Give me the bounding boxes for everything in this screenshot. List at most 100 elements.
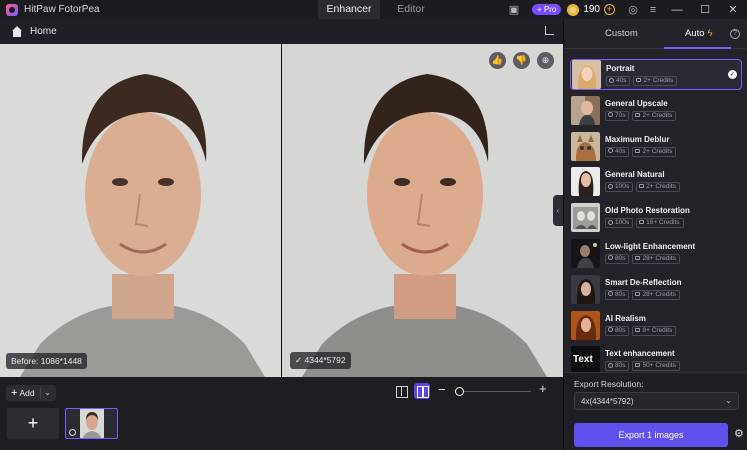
pro-badge[interactable]: + Pro xyxy=(531,4,562,15)
collapse-panel-button[interactable]: ‹ xyxy=(553,195,563,226)
after-image-pane[interactable]: ✓ 4344*5792 👍 👎 ⊕ xyxy=(282,44,563,377)
model-meta: 80s 8+ Credits xyxy=(605,325,677,336)
history-icon[interactable]: ▣ xyxy=(504,3,524,16)
model-name: General Upscale xyxy=(605,98,668,108)
time-chip: 80s xyxy=(605,361,630,372)
add-button[interactable]: + Add ⌄ xyxy=(6,385,56,401)
time-value: 80s xyxy=(615,326,626,334)
export-resolution-select[interactable]: 4x(4344*5792) ⌄ xyxy=(574,392,739,410)
credits-chip: 28+ Credits xyxy=(632,253,680,264)
app-logo-icon xyxy=(6,3,18,16)
low-light-thumbnail xyxy=(571,238,600,268)
model-item-portrait[interactable]: Portrait 40s 2+ Credits ✓ xyxy=(570,59,742,90)
coin-icon xyxy=(567,3,580,16)
single-view-icon[interactable] xyxy=(393,383,409,399)
image-thumbnail[interactable] xyxy=(65,408,118,439)
zoom-in-icon[interactable]: ⊕ xyxy=(537,52,554,69)
home-link[interactable]: Home xyxy=(30,26,57,37)
model-item-general-upscale[interactable]: General Upscale 70s 2+ Credits xyxy=(570,95,742,126)
gear-icon[interactable]: ⚙ xyxy=(734,429,745,440)
model-meta: 80s 28+ Credits xyxy=(605,253,680,264)
time-value: 100s xyxy=(615,219,630,227)
time-value: 40s xyxy=(616,77,627,84)
credits-chip: 50+ Credits xyxy=(632,361,680,372)
mode-tabs: Enhancer Editor xyxy=(318,0,442,19)
credits-value: 28+ Credits xyxy=(642,290,676,298)
model-item-general-natural[interactable]: General Natural 100s 2+ Credits xyxy=(570,166,742,197)
export-button[interactable]: Export 1 images xyxy=(574,423,728,447)
time-value: 80s xyxy=(615,290,626,298)
model-item-low-light-enhancement[interactable]: Low-light Enhancement 80s 28+ Credits xyxy=(570,238,742,269)
zoom-slider-thumb[interactable] xyxy=(455,387,464,396)
before-size-label: Before: 1086*1448 xyxy=(6,353,87,369)
thumbs-up-icon[interactable]: 👍 xyxy=(489,52,506,69)
model-item-ai-realism[interactable]: AI Realism 80s 8+ Credits xyxy=(570,310,742,341)
split-view-icon[interactable] xyxy=(414,383,430,399)
credits-chip: 2+ Credits xyxy=(632,146,677,157)
before-image-pane[interactable]: Before: 1086*1448 xyxy=(0,44,281,377)
plus-icon: + xyxy=(11,387,18,399)
model-name: Old Photo Restoration xyxy=(605,206,690,216)
crop-icon[interactable] xyxy=(545,26,554,35)
chevron-down-icon[interactable]: ⌄ xyxy=(44,388,51,397)
thumbnail-portrait xyxy=(80,409,104,438)
clock-icon xyxy=(69,429,76,436)
menu-icon[interactable]: ≡ xyxy=(643,4,663,16)
credits-chip: 2+ Credits xyxy=(633,76,678,86)
credits-value: 28+ Credits xyxy=(642,254,676,262)
view-mode-toggles xyxy=(393,383,430,399)
account-icon[interactable]: ◎ xyxy=(623,3,643,16)
model-name: Portrait xyxy=(606,64,635,73)
model-panel: Custom Auto ϟ ? Portrait 40s 2+ Credits ✓… xyxy=(563,19,747,450)
zoom-out-icon[interactable]: − xyxy=(438,382,446,397)
export-resolution-value: 4x(4344*5792) xyxy=(581,397,634,406)
add-button-separator xyxy=(40,387,41,399)
model-item-smart-de-reflection[interactable]: Smart De-Reflection 80s 28+ Credits xyxy=(570,274,742,305)
model-name: AI Realism xyxy=(605,313,646,323)
tab-enhancer[interactable]: Enhancer xyxy=(318,0,380,19)
close-button[interactable]: ✕ xyxy=(719,3,747,16)
thumbs-down-icon[interactable]: 👎 xyxy=(513,52,530,69)
add-image-tile[interactable]: + xyxy=(7,408,59,439)
text-thumbnail-label: Text xyxy=(573,354,593,366)
zoom-in-plus-icon[interactable]: + xyxy=(539,381,547,396)
time-value: 70s xyxy=(615,111,626,119)
maximum-deblur-thumbnail xyxy=(571,131,600,161)
export-area: Export Resolution: 4x(4344*5792) ⌄ Expor… xyxy=(564,372,747,450)
zoom-slider-track[interactable] xyxy=(456,391,531,392)
help-icon[interactable]: ? xyxy=(730,29,740,39)
credits-value: 50+ Credits xyxy=(642,362,676,370)
tab-editor[interactable]: Editor xyxy=(380,0,442,19)
maximize-button[interactable]: ☐ xyxy=(691,3,719,16)
after-size-text: 4344*5792 xyxy=(304,355,346,365)
portrait-thumbnail xyxy=(572,60,601,89)
credits-chip: 2+ Credits xyxy=(632,110,677,121)
time-value: 100s xyxy=(615,183,630,191)
credits-value: 2+ Credits xyxy=(642,111,673,119)
add-credits-icon[interactable]: + xyxy=(604,4,615,15)
old-photo-thumbnail xyxy=(571,203,600,233)
bottom-toolbar: + Add ⌄ − + + xyxy=(0,377,563,450)
home-icon[interactable] xyxy=(11,25,23,38)
model-meta: 80s 28+ Credits xyxy=(605,289,680,300)
model-name: Text enhancement xyxy=(605,349,675,359)
tab-custom[interactable]: Custom xyxy=(605,19,638,49)
credits-chip: 2+ Credits xyxy=(636,182,680,193)
model-meta: 40s 2+ Credits xyxy=(606,76,678,86)
time-value: 80s xyxy=(615,362,626,370)
credits-value: 2+ Credits xyxy=(646,183,676,191)
time-chip: 80s xyxy=(605,253,630,264)
title-bar-controls: ▣ + Pro 190 + ◎ ≡ — ☐ ✕ xyxy=(504,0,747,19)
model-item-old-photo-restoration[interactable]: Old Photo Restoration 100s 16+ Credits xyxy=(570,202,742,233)
model-name: Low-light Enhancement xyxy=(605,241,696,251)
model-item-maximum-deblur[interactable]: Maximum Deblur 40s 2+ Credits xyxy=(570,131,742,162)
minimize-button[interactable]: — xyxy=(663,4,691,16)
time-chip: 100s xyxy=(605,182,634,193)
time-chip: 40s xyxy=(605,146,630,157)
ai-realism-thumbnail xyxy=(571,310,600,340)
add-button-label: Add xyxy=(19,388,35,398)
after-size-label: ✓ 4344*5792 xyxy=(290,352,351,369)
tab-auto[interactable]: Auto ϟ xyxy=(685,19,713,49)
selected-check-icon: ✓ xyxy=(728,70,737,79)
model-name: Maximum Deblur xyxy=(605,134,670,144)
